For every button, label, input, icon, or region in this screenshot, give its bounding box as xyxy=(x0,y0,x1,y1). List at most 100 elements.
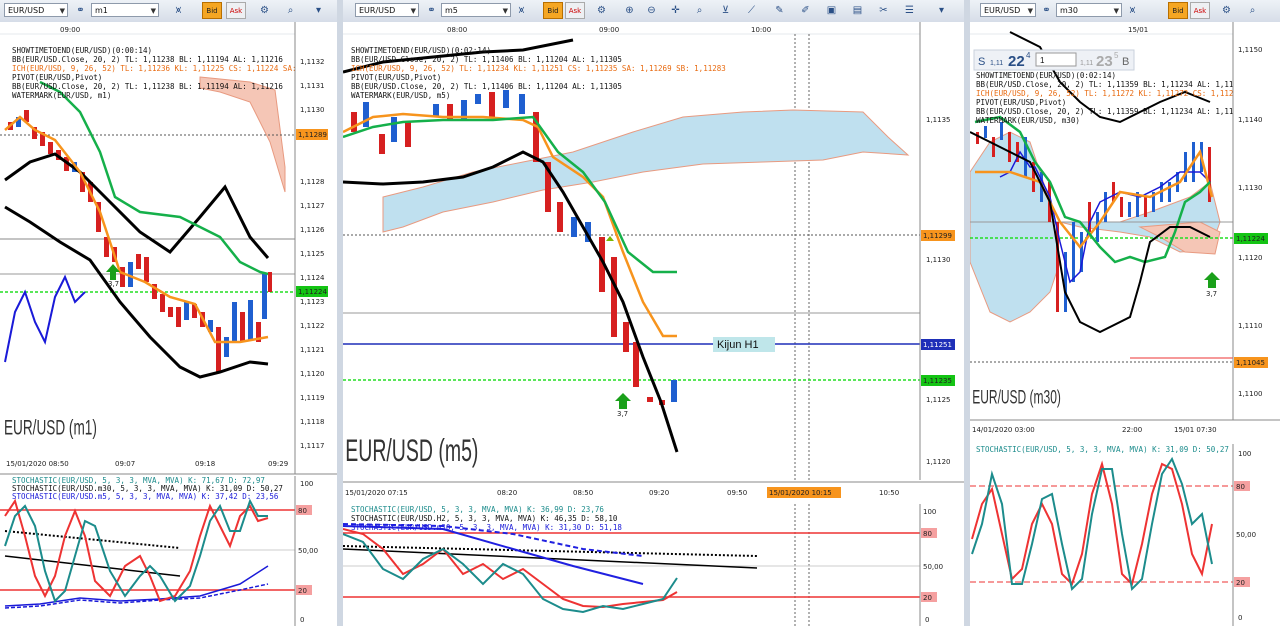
price-chart-m5[interactable]: 08:00 09:00 10:00 3,7 Kijun H1 SHOWTIMET… xyxy=(343,22,964,502)
watermark: EUR/USD (m30) xyxy=(972,388,1061,408)
more-icon[interactable]: ▾ xyxy=(310,3,327,18)
price-tag-green-text: 1,11235 xyxy=(923,377,952,385)
stochastic-panel-m5[interactable]: STOCHASTIC(EUR/USD, 5, 3, 3, MVA, MVA) K… xyxy=(343,504,964,626)
symbol-value: EUR/USD xyxy=(359,6,396,15)
sell-pip: 4 xyxy=(1026,51,1031,60)
price-tick: 1,1135 xyxy=(926,116,951,124)
chevron-down-icon: ▼ xyxy=(59,7,65,15)
price-chart-m1[interactable]: 09:00 3,7 SHOWTIMETOEND(EUR/USD)(0:00:14… xyxy=(0,22,337,496)
time-tick: 22:00 xyxy=(1122,426,1142,434)
chart-type-icon[interactable]: ⩙ xyxy=(513,3,530,18)
price-tick: 1,1121 xyxy=(300,346,325,354)
bid-button[interactable]: Bid xyxy=(543,2,563,19)
symbol-select[interactable]: EUR/USD ▼ xyxy=(355,3,419,17)
indicator-icon[interactable]: ⚙ xyxy=(1218,3,1235,18)
ask-button[interactable]: Ask xyxy=(565,2,585,19)
sell-prefix: 1,11 xyxy=(990,60,1003,67)
symbol-value: EUR/USD xyxy=(8,6,45,15)
settings-icon[interactable]: ☰ xyxy=(901,3,918,18)
time-tick: 09:50 xyxy=(727,489,747,497)
toolbar: EUR/USD ▼ ⚭ m30 ▼ ⩙ Bid Ask ⚙ ⌕ xyxy=(970,0,1280,23)
chevron-down-icon: ▼ xyxy=(502,7,508,15)
chart-type-icon[interactable]: ⩙ xyxy=(170,3,187,18)
time-tick: 09:18 xyxy=(195,460,215,468)
stochastic-panel-m1[interactable]: STOCHASTIC(EUR/USD, 5, 3, 3, MVA, MVA) K… xyxy=(0,476,337,626)
legend-line: ICH(EUR/USD, 9, 26, 52) TL: 1,11234 KL: … xyxy=(351,64,726,73)
timeframe-select[interactable]: m30 ▼ xyxy=(1056,3,1122,17)
zoom-in-icon[interactable]: ⊕ xyxy=(621,3,638,18)
marker-label: 3,7 xyxy=(108,280,119,288)
time-tick: 08:20 xyxy=(497,489,517,497)
pivot-icon[interactable]: ⊻ xyxy=(717,3,734,18)
stoch-tick: 80 xyxy=(298,507,307,515)
time-tick: 15/01/2020 07:15 xyxy=(345,489,408,497)
timeframe-select[interactable]: m1 ▼ xyxy=(91,3,159,17)
pen-icon[interactable]: ✐ xyxy=(797,3,814,18)
price-tick: 1,1122 xyxy=(300,322,325,330)
marker-label: 3,7 xyxy=(1206,290,1217,298)
bid-button[interactable]: Bid xyxy=(202,2,222,19)
screenshot-icon[interactable]: ▣ xyxy=(823,3,840,18)
symbol-value: EUR/USD xyxy=(984,6,1021,15)
legend-line: BB(EUR/USD.Close, 20, 2) TL: 1,11238 BL:… xyxy=(12,55,283,64)
legend-line: ICH(EUR/USD, 9, 26, 52) TL: 1,11272 KL: … xyxy=(976,89,1238,98)
indicator-icon[interactable]: ⚙ xyxy=(256,3,273,18)
layout-icon[interactable]: ▤ xyxy=(849,3,866,18)
timeframe-select[interactable]: m5 ▼ xyxy=(441,3,511,17)
time-tick: 14/01/2020 03:00 xyxy=(972,426,1035,434)
more-icon[interactable]: ▾ xyxy=(933,3,950,18)
stoch-legend-line: STOCHASTIC(EUR/USD, 5, 3, 3, MVA, MVA) K… xyxy=(351,505,604,514)
legend-line: BB(EUR/USD.Close, 20, 2) TL: 1,11406 BL:… xyxy=(351,82,622,91)
price-tick: 1,1117 xyxy=(300,442,325,450)
time-tick: 15/01/2020 08:50 xyxy=(6,460,69,468)
ruler-icon[interactable]: ✎ xyxy=(771,3,788,18)
price-tag-green-text: 1,11224 xyxy=(298,288,327,296)
zoom-icon[interactable]: ⌕ xyxy=(282,3,299,18)
bid-button[interactable]: Bid xyxy=(1168,2,1188,19)
symbol-select[interactable]: EUR/USD ▼ xyxy=(4,3,68,17)
stoch-tick: 50,00 xyxy=(298,547,318,555)
quote-box[interactable]: S 1,11 22 4 1 1,11 23 5 B xyxy=(973,49,1135,71)
buy-price: 23 xyxy=(1096,53,1113,70)
legend-line: BB(EUR/USD.Close, 20, 2) TL: 1,11359 BL:… xyxy=(976,80,1238,89)
zoom-out-icon[interactable]: ⊖ xyxy=(643,3,660,18)
price-tick: 1,1120 xyxy=(926,458,951,466)
price-tick: 1,1150 xyxy=(1238,46,1263,54)
trendline-icon[interactable]: ⟋ xyxy=(743,3,760,18)
symbol-select[interactable]: EUR/USD ▼ xyxy=(980,3,1036,17)
time-tick: 09:20 xyxy=(649,489,669,497)
timeframe-value: m5 xyxy=(445,6,458,15)
stochastic-panel-m30[interactable]: STOCHASTIC(EUR/USD, 5, 3, 3, MVA, MVA) K… xyxy=(970,444,1280,626)
chart-pane-m1: EUR/USD ▼ ⚭ m1 ▼ ⩙ Bid Ask ⚙ ⌕ ▾ 09:00 3… xyxy=(0,0,338,626)
legend-line: SHOWTIMETOEND(EUR/USD)(0:02:14) xyxy=(976,71,1116,80)
legend-line: ICH(EUR/USD, 9, 26, 52) TL: 1,11236 KL: … xyxy=(12,64,324,73)
buy-pip: 5 xyxy=(1114,51,1119,60)
legend-line: WATERMARK(EUR/USD, m5) xyxy=(351,91,450,100)
link-icon[interactable]: ⚭ xyxy=(72,3,89,18)
legend-line: SHOWTIMETOEND(EUR/USD)(0:00:14) xyxy=(12,46,152,55)
tools-icon[interactable]: ✂ xyxy=(875,3,892,18)
link-icon[interactable]: ⚭ xyxy=(423,3,440,18)
ask-button[interactable]: Ask xyxy=(1190,2,1210,19)
buy-prefix: 1,11 xyxy=(1080,60,1093,67)
zoom-icon[interactable]: ⌕ xyxy=(1244,3,1261,18)
price-chart-m30[interactable]: 15/01 3,7 S 1,11 22 4 1 1,11 23 5 B SHOW… xyxy=(970,22,1280,442)
price-tick: 1,1110 xyxy=(1238,322,1263,330)
link-icon[interactable]: ⚭ xyxy=(1038,3,1055,18)
price-tick: 1,1123 xyxy=(300,298,325,306)
stoch-tick: 0 xyxy=(925,616,929,624)
price-tick: 1,1120 xyxy=(1238,254,1263,262)
ask-button[interactable]: Ask xyxy=(226,2,246,19)
price-tick: 1,1132 xyxy=(300,58,325,66)
indicator-icon[interactable]: ⚙ xyxy=(593,3,610,18)
price-tag-orange-text: 1,11289 xyxy=(298,131,327,139)
time-axis: 15/01/2020 07:15 08:20 08:50 09:20 09:50… xyxy=(345,487,899,498)
watermark: EUR/USD (m1) xyxy=(4,415,97,439)
crosshair-icon[interactable]: ✛ xyxy=(667,3,684,18)
chart-type-icon[interactable]: ⩙ xyxy=(1124,3,1141,18)
zoom-box-icon[interactable]: ⌕ xyxy=(691,3,708,18)
price-tick: 1,1126 xyxy=(300,226,325,234)
price-tick: 1,1130 xyxy=(300,106,325,114)
price-tag-green-text: 1,11224 xyxy=(1236,235,1265,243)
toolbar: EUR/USD ▼ ⚭ m5 ▼ ⩙ Bid Ask ⚙ ⊕ ⊖ ✛ ⌕ ⊻ ⟋ ✎… xyxy=(343,0,964,23)
